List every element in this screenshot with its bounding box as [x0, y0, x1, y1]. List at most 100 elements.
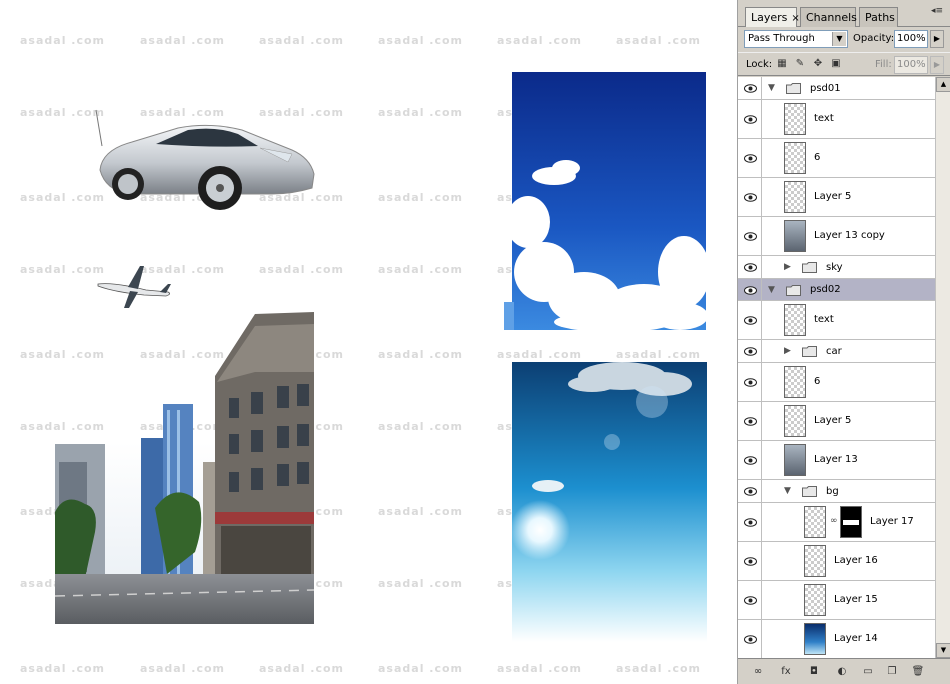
eye-icon[interactable] [744, 518, 757, 527]
eye-icon[interactable] [744, 115, 757, 124]
visibility-toggle[interactable] [738, 620, 762, 658]
layer-row[interactable]: text [738, 100, 935, 139]
layer-row[interactable]: 6 [738, 139, 935, 178]
new-group-icon[interactable]: ▭ [860, 664, 876, 680]
layers-panel: Layers × Channels Paths ◂≡ Pass Through ▼… [737, 0, 950, 684]
eye-icon[interactable] [744, 487, 757, 496]
new-layer-icon[interactable]: ❐ [884, 664, 900, 680]
eye-icon[interactable] [744, 456, 757, 465]
scroll-up-icon[interactable]: ▲ [936, 77, 950, 92]
eye-icon[interactable] [744, 193, 757, 202]
trash-icon[interactable]: 🗑 [910, 664, 926, 680]
layer-thumbnail[interactable] [804, 506, 826, 538]
tab-layers[interactable]: Layers × [745, 7, 800, 28]
eye-icon[interactable] [744, 347, 757, 356]
expand-triangle-down-icon[interactable]: ▼ [768, 83, 775, 93]
eye-icon[interactable] [744, 557, 757, 566]
lock-label: Lock: [746, 59, 773, 70]
lock-move-icon[interactable]: ✥ [812, 58, 824, 70]
visibility-toggle[interactable] [738, 441, 762, 479]
scroll-down-icon[interactable]: ▼ [936, 643, 950, 658]
layer-group-row[interactable]: ▶ car [738, 340, 935, 363]
layer-group-row[interactable]: ▶ sky [738, 256, 935, 279]
visibility-toggle[interactable] [738, 217, 762, 255]
visibility-toggle[interactable] [738, 301, 762, 339]
opacity-arrow-icon[interactable]: ▶ [930, 30, 944, 48]
eye-icon[interactable] [744, 596, 757, 605]
visibility-toggle[interactable] [738, 279, 762, 300]
visibility-toggle[interactable] [738, 100, 762, 138]
layer-name: Layer 14 [834, 633, 878, 644]
eye-icon[interactable] [744, 84, 757, 93]
layer-row[interactable]: Layer 5 [738, 402, 935, 441]
panel-menu-icon[interactable]: ◂≡ [931, 6, 947, 20]
eye-icon[interactable] [744, 635, 757, 644]
visibility-toggle[interactable] [738, 77, 762, 99]
lock-all-icon[interactable]: ▣ [830, 58, 842, 70]
expand-triangle-down-icon[interactable]: ▼ [768, 285, 775, 295]
mask-icon[interactable]: ◘ [806, 664, 822, 680]
eye-icon[interactable] [744, 286, 757, 295]
layer-thumbnail[interactable] [784, 142, 806, 174]
visibility-toggle[interactable] [738, 256, 762, 278]
layer-thumbnail[interactable] [784, 366, 806, 398]
eye-icon[interactable] [744, 232, 757, 241]
opacity-input[interactable]: 100% [894, 30, 928, 48]
fill-arrow-icon[interactable]: ▶ [930, 56, 944, 74]
canvas[interactable]: asadal .com asadal .com asadal .com asadal … [0, 0, 737, 684]
fill-input[interactable]: 100% [894, 56, 928, 74]
visibility-toggle[interactable] [738, 402, 762, 440]
layer-thumbnail[interactable] [804, 623, 826, 655]
layer-row[interactable]: text [738, 301, 935, 340]
layer-row[interactable]: Layer 5 [738, 178, 935, 217]
layer-thumbnail[interactable] [804, 584, 826, 616]
layer-thumbnail[interactable] [784, 405, 806, 437]
layer-row[interactable]: 6 [738, 363, 935, 402]
layer-thumbnail[interactable] [784, 304, 806, 336]
tab-paths[interactable]: Paths [859, 7, 898, 27]
layer-row[interactable]: Layer 14 [738, 620, 935, 658]
layer-row[interactable]: Layer 13 [738, 441, 935, 480]
eye-icon[interactable] [744, 417, 757, 426]
eye-icon[interactable] [744, 378, 757, 387]
close-icon[interactable]: × [791, 13, 799, 24]
visibility-toggle[interactable] [738, 340, 762, 362]
expand-triangle-right-icon[interactable]: ▶ [784, 346, 791, 356]
panel-tab-bar: Layers × Channels Paths ◂≡ [738, 0, 950, 28]
blend-mode-select[interactable]: Pass Through ▼ [744, 30, 848, 48]
visibility-toggle[interactable] [738, 503, 762, 541]
visibility-toggle[interactable] [738, 363, 762, 401]
layer-thumbnail[interactable] [784, 444, 806, 476]
visibility-toggle[interactable] [738, 480, 762, 502]
visibility-toggle[interactable] [738, 542, 762, 580]
lock-brush-icon[interactable]: ✎ [794, 58, 806, 70]
layer-row[interactable]: Layer 16 [738, 542, 935, 581]
eye-icon[interactable] [744, 316, 757, 325]
tab-channels[interactable]: Channels [800, 7, 857, 27]
layer-group-row[interactable]: ▼ psd01 [738, 77, 935, 100]
layer-thumbnail[interactable] [804, 545, 826, 577]
layer-thumbnail[interactable] [784, 181, 806, 213]
visibility-toggle[interactable] [738, 581, 762, 619]
layer-thumbnail[interactable] [784, 220, 806, 252]
eye-icon[interactable] [744, 154, 757, 163]
adjustment-icon[interactable]: ◐ [834, 664, 850, 680]
link-icon[interactable]: ∞ [830, 516, 838, 528]
eye-icon[interactable] [744, 263, 757, 272]
fx-icon[interactable]: fx [778, 664, 794, 680]
layer-group-row[interactable]: ▼ bg [738, 480, 935, 503]
visibility-toggle[interactable] [738, 139, 762, 177]
expand-triangle-right-icon[interactable]: ▶ [784, 262, 791, 272]
layer-mask-thumbnail[interactable] [840, 506, 862, 538]
lock-transparency-icon[interactable]: ▦ [776, 58, 788, 70]
layer-group-row[interactable]: ▼ psd02 [738, 279, 935, 301]
layer-row[interactable]: Layer 15 [738, 581, 935, 620]
layers-scrollbar[interactable]: ▲ ▼ [935, 77, 950, 658]
chevron-down-icon[interactable]: ▼ [832, 32, 846, 46]
link-icon[interactable]: ∞ [750, 664, 766, 680]
expand-triangle-down-icon[interactable]: ▼ [784, 486, 791, 496]
layer-row[interactable]: ∞ Layer 17 [738, 503, 935, 542]
layer-row[interactable]: Layer 13 copy [738, 217, 935, 256]
visibility-toggle[interactable] [738, 178, 762, 216]
layer-thumbnail[interactable] [784, 103, 806, 135]
